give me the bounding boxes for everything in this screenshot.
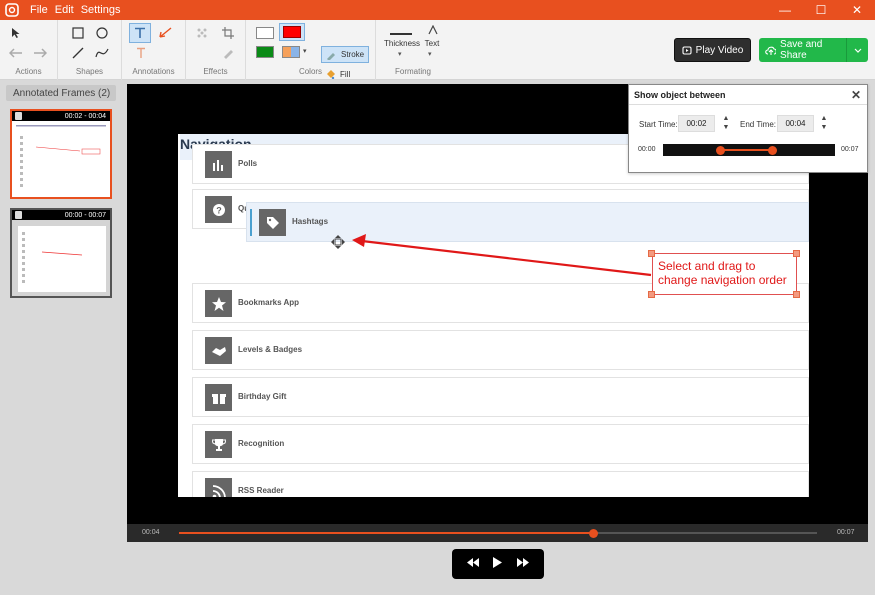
fast-forward-icon: [516, 558, 529, 567]
rewind-button[interactable]: [467, 558, 480, 570]
range-min-label: 00:00: [638, 146, 656, 153]
resize-handle[interactable]: [793, 291, 800, 298]
show-object-between-popup: Show object between ✕ Start Time: 00:02 …: [628, 84, 868, 173]
start-time-input[interactable]: 00:02: [678, 115, 715, 132]
current-time: 00:04: [142, 529, 160, 536]
time-range-slider[interactable]: [663, 144, 835, 156]
end-time-label: End Time:: [740, 120, 777, 129]
popup-header: Show object between ✕: [629, 85, 867, 105]
popup-close-icon[interactable]: ✕: [851, 88, 861, 102]
timeline-knob[interactable]: [589, 529, 599, 538]
range-max-label: 00:07: [841, 146, 859, 153]
player-controls: [452, 549, 544, 579]
range-start-knob[interactable]: [716, 146, 725, 155]
start-time-label: Start Time:: [639, 120, 678, 129]
playback-timeline: 00:04 00:07: [127, 524, 868, 542]
callout-text-annotation[interactable]: Select and drag to change navigation ord…: [652, 253, 797, 295]
range-end-knob[interactable]: [768, 146, 777, 155]
rewind-icon: [467, 558, 480, 567]
resize-handle[interactable]: [793, 250, 800, 257]
end-time-spinner[interactable]: ▲ ▼: [820, 114, 828, 132]
timeline-progress: [179, 532, 594, 534]
play-icon: [493, 557, 503, 568]
end-time-input[interactable]: 00:04: [777, 115, 814, 132]
popup-title: Show object between: [634, 89, 726, 100]
timeline-scrubber[interactable]: [179, 529, 817, 538]
play-button[interactable]: [493, 557, 503, 571]
fast-forward-button[interactable]: [516, 558, 529, 570]
total-time: 00:07: [837, 529, 855, 536]
resize-handle[interactable]: [648, 250, 655, 257]
start-time-spinner[interactable]: ▲ ▼: [722, 114, 730, 132]
resize-handle[interactable]: [648, 291, 655, 298]
range-fill: [720, 149, 772, 151]
